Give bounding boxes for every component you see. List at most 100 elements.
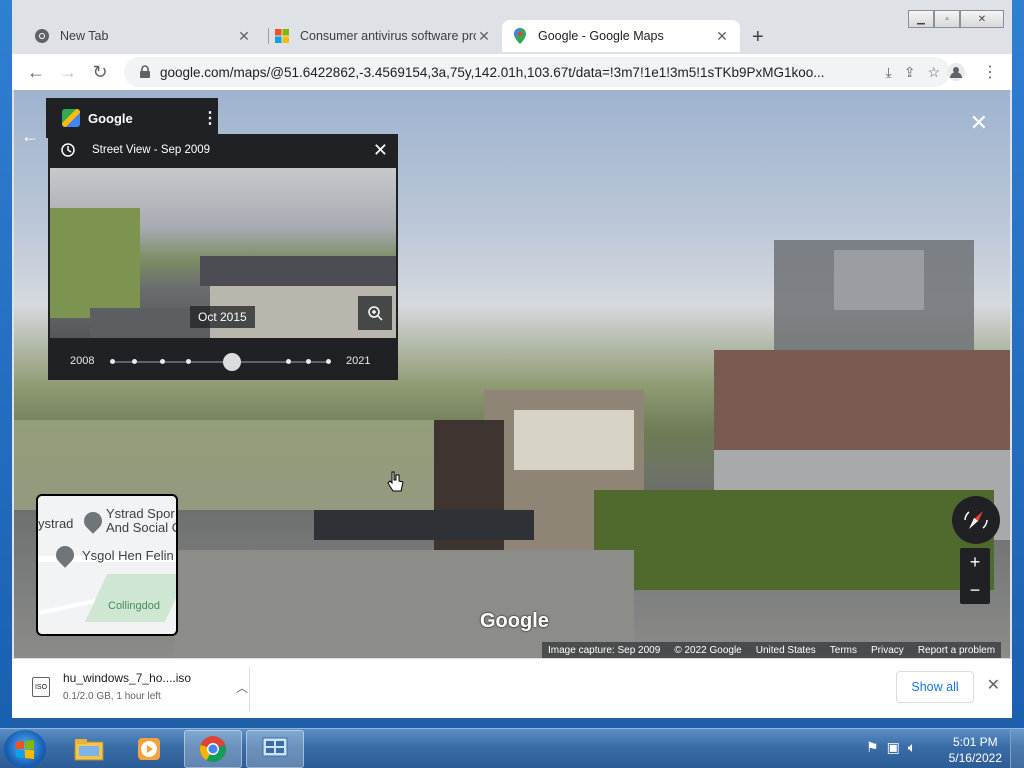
image-capture-date: Image capture: Sep 2009	[548, 644, 661, 656]
browser-menu-icon[interactable]: ⋮	[976, 58, 1004, 86]
back-to-map-icon[interactable]: ←	[14, 120, 46, 152]
close-tab-icon[interactable]: ✕	[714, 28, 730, 45]
show-desktop-button[interactable]	[1010, 729, 1024, 768]
close-tab-icon[interactable]: ✕	[236, 28, 252, 45]
download-bar: ISO hu_windows_7_ho....iso 0.1/2.0 GB, 1…	[12, 658, 1012, 718]
control-panel-icon	[262, 737, 288, 757]
zoom-preview-icon[interactable]	[358, 296, 392, 330]
chevron-up-icon[interactable]: ︿	[236, 679, 248, 696]
forward-icon[interactable]: →	[52, 56, 84, 88]
minimap-label-sports-2: And Social C	[106, 520, 178, 535]
back-icon[interactable]: ←	[20, 56, 52, 88]
close-tab-icon[interactable]: ✕	[476, 28, 492, 45]
tab-title: New Tab	[60, 29, 109, 43]
year-start: 2008	[70, 355, 95, 367]
timeline-title: Street View - Sep 2009	[92, 144, 211, 156]
close-timeline-icon[interactable]: ✕	[373, 140, 388, 161]
browser-window: ▁ ▫ ✕ New Tab ✕ Consumer antivirus softw…	[12, 0, 1012, 718]
minimize-button[interactable]: ▁	[908, 10, 934, 28]
download-status: 0.1/2.0 GB, 1 hour left	[63, 691, 161, 702]
timeline-preview-image[interactable]: Oct 2015	[50, 168, 396, 338]
minimap-label-school: Ysgol Hen Felin	[82, 548, 174, 563]
compass-icon[interactable]	[952, 496, 1000, 544]
time-travel-panel: Street View - Sep 2009 ✕ Oct 2015 2008 2…	[48, 134, 398, 380]
tab-title: Consumer antivirus software prov	[300, 29, 476, 43]
terms-link[interactable]: Terms	[830, 645, 857, 656]
taskbar-media-player[interactable]	[120, 730, 178, 768]
show-all-button[interactable]: Show all	[896, 671, 974, 703]
street-view-viewport[interactable]: ← ✕ Google ⋮ Street View - Sep 2009 ✕ Oc…	[14, 90, 1010, 658]
volume-icon[interactable]: 🔈︎	[908, 739, 916, 756]
taskbar-explorer[interactable]	[60, 730, 118, 768]
install-icon[interactable]: ⤓	[886, 64, 892, 81]
address-bar[interactable]: google.com/maps/@51.6422862,-3.4569154,3…	[124, 57, 950, 87]
year-end: 2021	[346, 355, 371, 367]
zoom-control: + −	[960, 548, 990, 604]
download-item[interactable]: ISO hu_windows_7_ho....iso 0.1/2.0 GB, 1…	[32, 671, 248, 711]
url-text: google.com/maps/@51.6422862,-3.4569154,3…	[160, 64, 825, 80]
timeline-slider[interactable]: 2008 2021	[48, 342, 398, 380]
slider-track[interactable]	[114, 361, 328, 363]
minimap[interactable]: ystrad Ystrad Spor And Social C Ysgol He…	[36, 494, 178, 636]
bookmark-star-icon[interactable]: ☆	[927, 64, 940, 81]
scene-tree-highlight	[834, 250, 924, 310]
slider-thumb[interactable]	[222, 353, 241, 371]
close-window-button[interactable]: ✕	[960, 10, 1004, 28]
windows-logo-icon	[16, 740, 34, 759]
reload-icon[interactable]: ↻	[84, 56, 116, 88]
slider-tick[interactable]	[160, 359, 165, 364]
start-button[interactable]	[4, 730, 46, 768]
close-street-view-icon[interactable]: ✕	[970, 110, 988, 136]
zoom-in-button[interactable]: +	[960, 548, 990, 576]
profile-avatar-icon[interactable]	[942, 58, 970, 86]
slider-tick[interactable]	[306, 359, 311, 364]
desktop-background-right	[1012, 0, 1024, 728]
taskbar-control-panel[interactable]	[246, 730, 304, 768]
scene-hedge	[594, 490, 994, 590]
network-icon[interactable]: ▣	[887, 739, 900, 756]
download-filename: hu_windows_7_ho....iso	[63, 671, 192, 685]
chrome-icon	[200, 736, 226, 763]
system-tray: ⚑ ▣ 🔈︎	[866, 739, 916, 756]
slider-tick[interactable]	[110, 359, 115, 364]
preview-trees	[50, 208, 140, 318]
mouse-cursor-icon	[387, 471, 404, 492]
tab-bar: ▁ ▫ ✕ New Tab ✕ Consumer antivirus softw…	[12, 0, 1012, 54]
tab-google-maps[interactable]: Google - Google Maps ✕	[502, 20, 740, 52]
maximize-button[interactable]: ▫	[934, 10, 960, 28]
minimap-label-ystrad: ystrad	[38, 516, 74, 531]
action-center-icon[interactable]: ⚑	[866, 739, 879, 756]
map-footer: Image capture: Sep 2009 © 2022 Google Un…	[542, 642, 1002, 658]
report-problem-link[interactable]: Report a problem	[918, 645, 995, 656]
chrome-icon	[34, 28, 50, 44]
microsoft-icon	[274, 28, 290, 44]
new-tab-button[interactable]: +	[752, 26, 764, 49]
slider-tick[interactable]	[286, 359, 291, 364]
minimap-park	[84, 574, 176, 622]
tab-antivirus[interactable]: Consumer antivirus software prov ✕	[264, 20, 502, 52]
privacy-link[interactable]: Privacy	[871, 645, 904, 656]
time-travel-header: Street View - Sep 2009 ✕	[48, 134, 398, 166]
minimap-label-area: Collingdod	[108, 600, 160, 612]
clock-time: 5:01 PM	[952, 735, 998, 749]
zoom-out-button[interactable]: −	[960, 576, 990, 604]
tab-new-tab[interactable]: New Tab ✕	[24, 20, 262, 52]
desktop-background-left	[0, 0, 12, 728]
copyright-text: © 2022 Google	[674, 644, 742, 656]
close-download-bar-icon[interactable]: ✕	[987, 675, 1000, 695]
taskbar-clock[interactable]: 5:01 PM 5/16/2022	[949, 734, 1002, 766]
share-icon[interactable]: ⇪	[904, 64, 916, 81]
region-link[interactable]: United States	[756, 645, 816, 656]
iso-file-icon: ISO	[32, 677, 50, 697]
more-options-icon[interactable]: ⋮	[202, 108, 218, 128]
browser-toolbar: ← → ↻ google.com/maps/@51.6422862,-3.456…	[12, 54, 1012, 90]
slider-tick[interactable]	[132, 359, 137, 364]
maps-header-card: Google ⋮	[46, 98, 218, 138]
slider-tick[interactable]	[326, 359, 331, 364]
history-icon[interactable]	[60, 142, 76, 158]
school-pin-icon	[52, 542, 78, 568]
slider-tick[interactable]	[186, 359, 191, 364]
maps-pin-icon	[512, 28, 528, 44]
taskbar-chrome[interactable]	[184, 730, 242, 768]
scene-house-front	[514, 410, 634, 470]
